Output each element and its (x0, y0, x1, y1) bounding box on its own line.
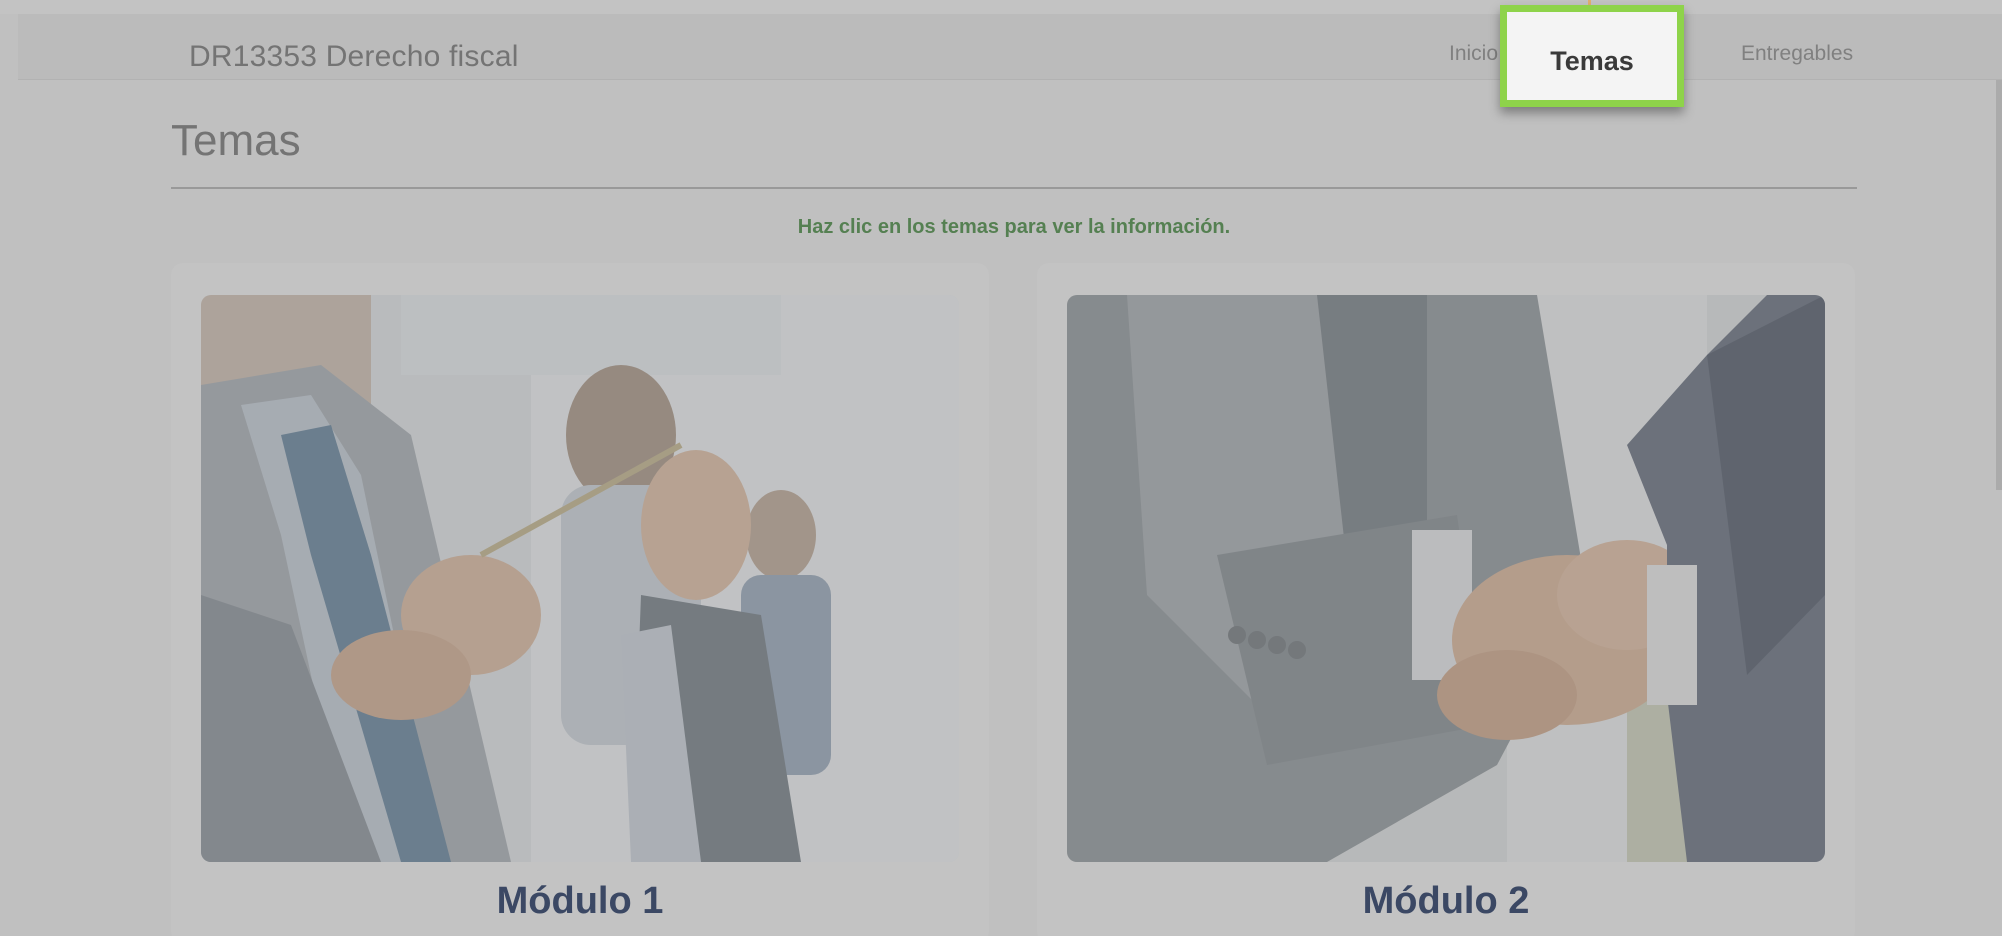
tour-highlight-tab-temas[interactable]: Temas (1500, 5, 1684, 107)
scrollbar[interactable] (1996, 80, 2002, 490)
tab-temas[interactable]: Temas (1507, 46, 1677, 77)
tour-overlay (0, 0, 2002, 936)
